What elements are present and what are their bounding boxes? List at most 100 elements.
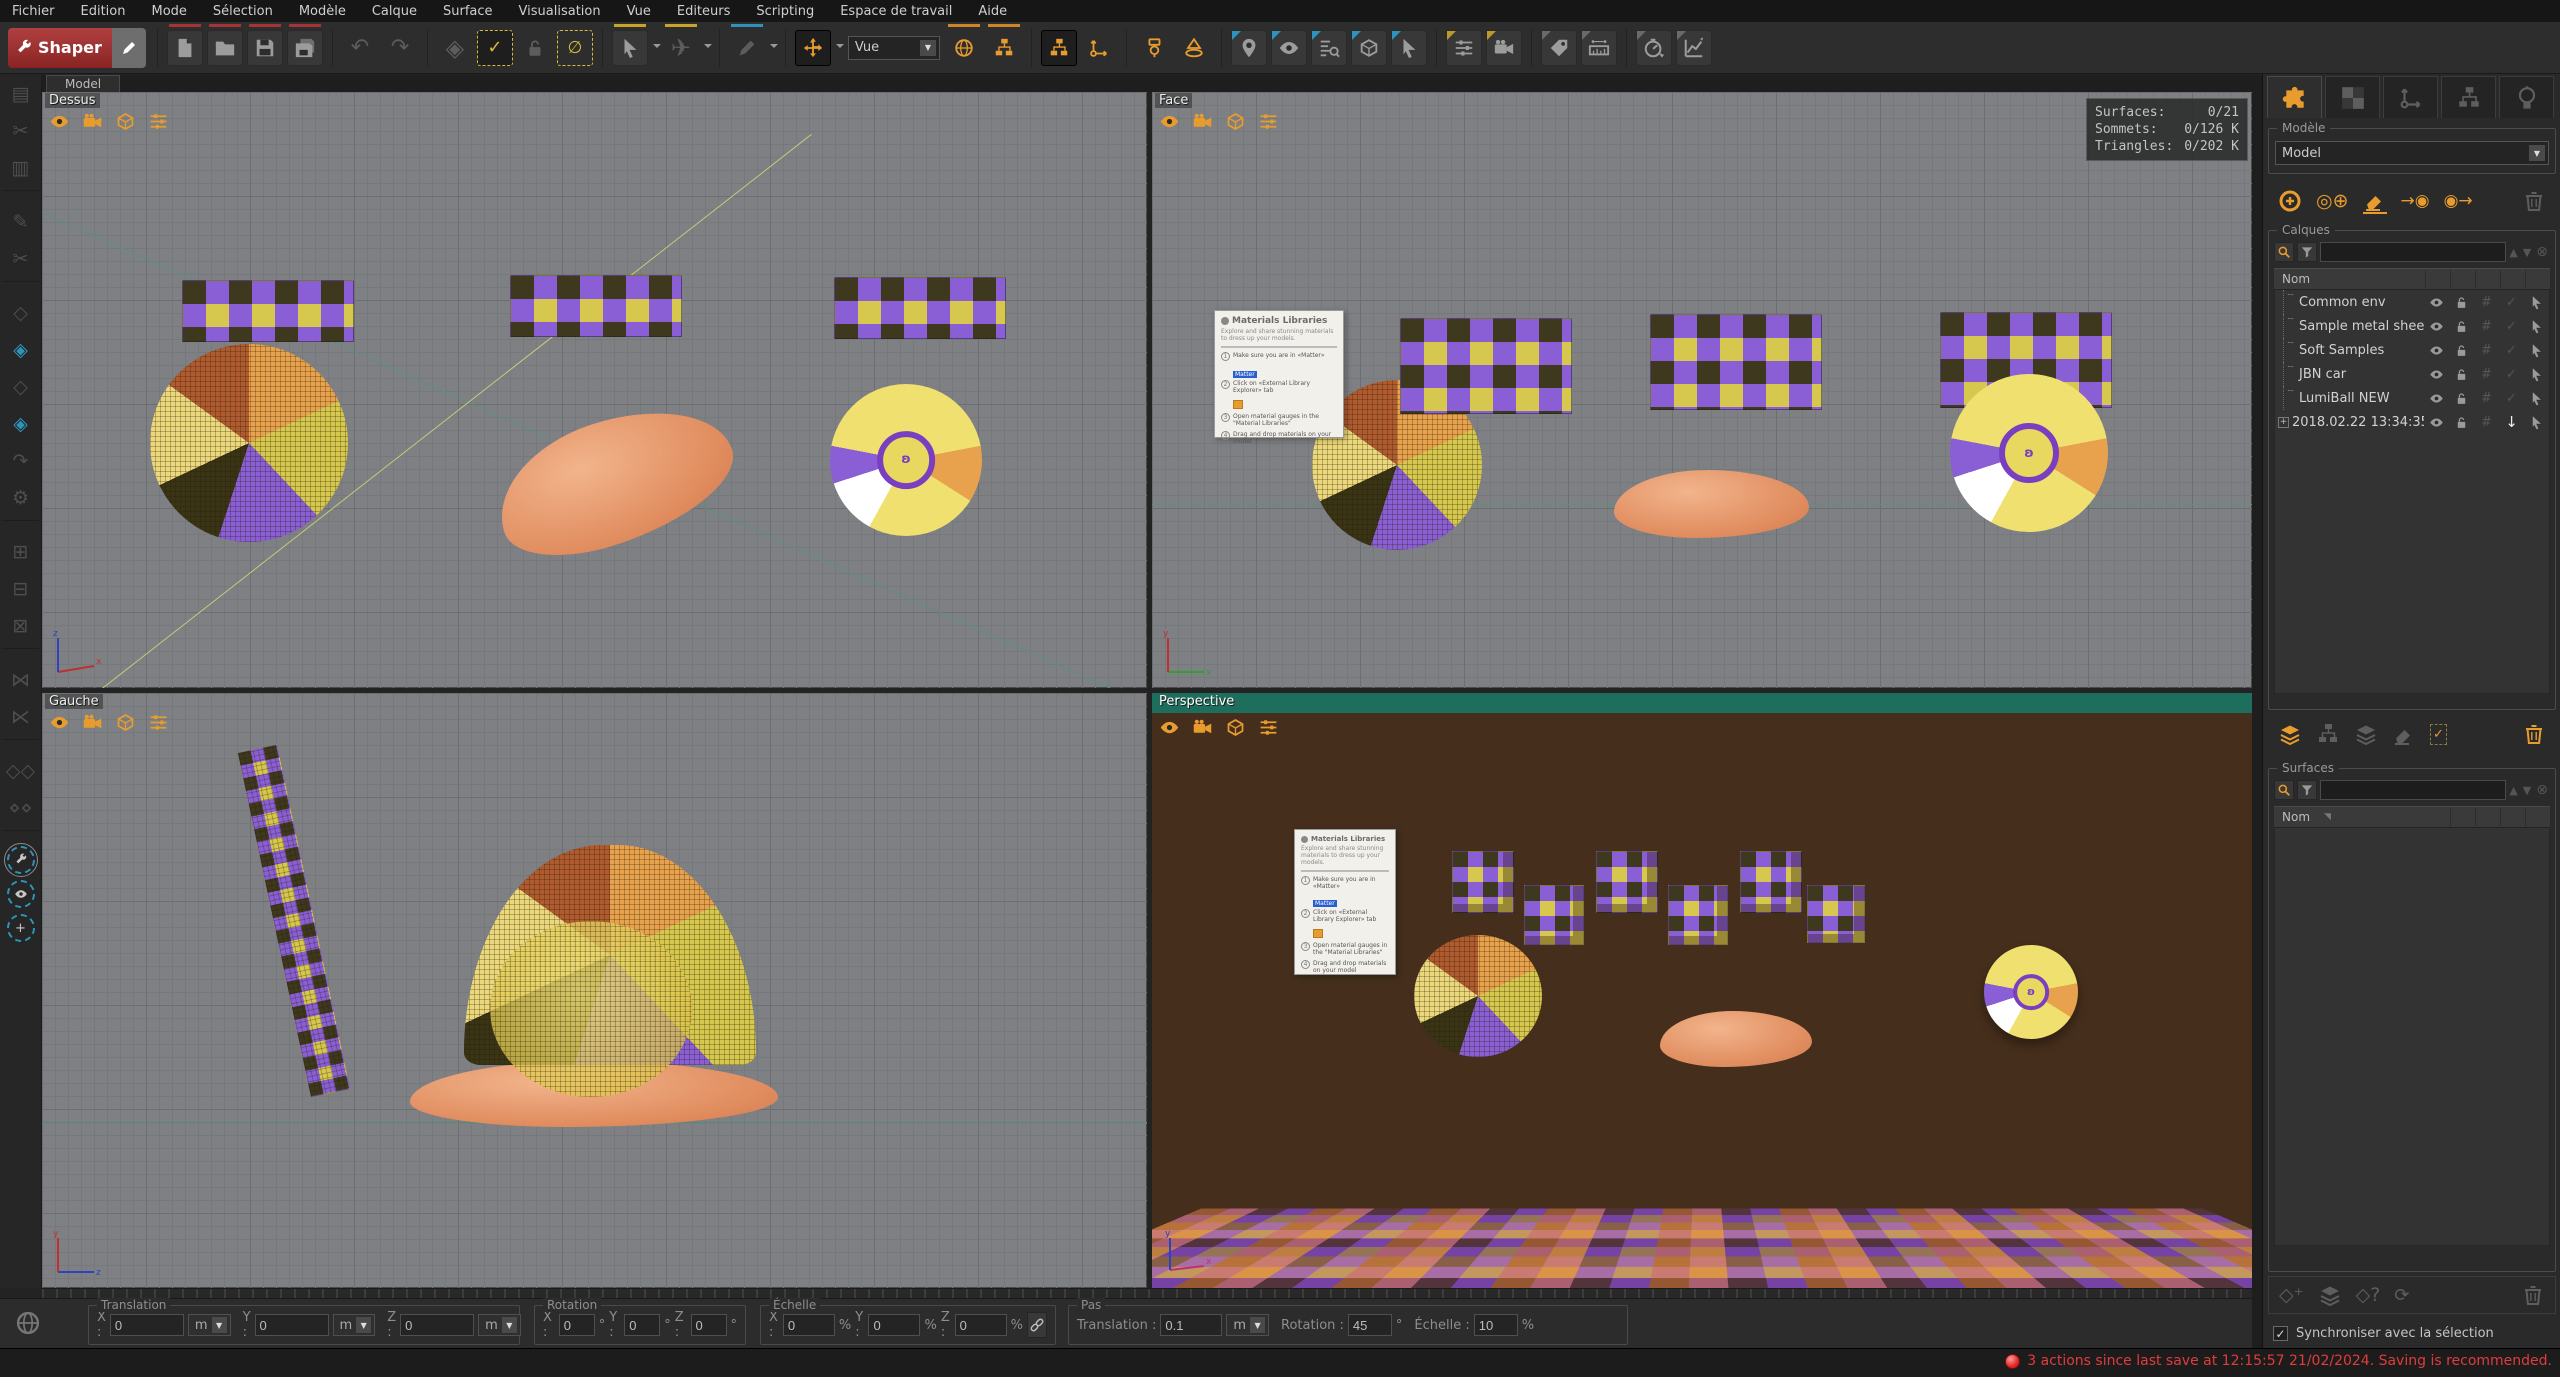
viewport-shading-cube-icon[interactable] xyxy=(115,111,136,132)
surfaces-search-button[interactable] xyxy=(2274,780,2294,800)
open-file-button[interactable] xyxy=(206,23,243,66)
shuffle-surface-button[interactable]: ⟳ xyxy=(2394,1285,2409,1306)
select-cursor-icon[interactable] xyxy=(2524,343,2549,358)
menu-scripting[interactable]: Scripting xyxy=(756,4,814,19)
visible-eye-icon[interactable] xyxy=(2424,319,2449,334)
translation-y-unit[interactable]: m ▼ xyxy=(332,1314,376,1336)
measure-button[interactable] xyxy=(1580,29,1617,66)
surfaces-move-up-button[interactable]: ▲ xyxy=(2509,784,2519,797)
local-axis-button[interactable] xyxy=(1081,30,1117,66)
viewport-eye-icon[interactable] xyxy=(49,111,70,132)
viewport-shading-cube-icon[interactable] xyxy=(1225,717,1246,738)
panel-tab-materials[interactable] xyxy=(2325,76,2380,118)
render-hash-icon[interactable]: # xyxy=(2474,295,2499,310)
panel-tab-hierarchy[interactable] xyxy=(2441,76,2496,118)
redo-settings-button[interactable]: ⚙ xyxy=(2,480,40,516)
add-group-button[interactable] xyxy=(2316,722,2340,746)
nodes-trio-button[interactable]: ⋄⋄ xyxy=(2,790,40,826)
sync-selection-button[interactable]: ◈ xyxy=(2,332,40,368)
draw-hide-tool-button[interactable] xyxy=(729,23,765,66)
delete-item-button[interactable] xyxy=(2522,189,2546,213)
render-hash-icon[interactable]: # xyxy=(2474,343,2499,358)
expander-icon[interactable]: + xyxy=(2278,416,2289,428)
unwrap-button[interactable] xyxy=(1350,29,1387,66)
render-hash-icon[interactable]: # xyxy=(2474,367,2499,382)
viewport-face[interactable]: ʚ Surfaces: 0/21 Sommets: 0/126 K Triangle… xyxy=(1152,92,2252,688)
spot-light-button[interactable] xyxy=(1176,30,1212,66)
select-cursor-icon[interactable] xyxy=(2524,391,2549,406)
active-check-icon[interactable]: ✓ xyxy=(2499,391,2524,406)
fly-tool-button[interactable]: ✈ xyxy=(663,23,699,66)
step-scale-input[interactable] xyxy=(1473,1314,1518,1336)
move-tool-dropdown[interactable] xyxy=(835,43,844,52)
viewport-camera-icon[interactable] xyxy=(1192,111,1213,132)
viewport-camera-icon[interactable] xyxy=(1192,717,1213,738)
select-tool-button[interactable] xyxy=(611,23,648,66)
layers-list-header[interactable]: Nom xyxy=(2274,268,2550,290)
graph-editor-button[interactable] xyxy=(1675,29,1712,66)
assign-surface-button[interactable] xyxy=(2318,1283,2342,1307)
translation-z-input[interactable] xyxy=(400,1314,475,1336)
translation-y-input[interactable] xyxy=(254,1314,329,1336)
viewport-settings-icon[interactable] xyxy=(1258,717,1279,738)
menu-calque[interactable]: Calque xyxy=(372,4,417,19)
active-check-icon[interactable]: ✓ xyxy=(2499,295,2524,310)
menu-selection[interactable]: Sélection xyxy=(213,4,273,19)
nodes-pair-button[interactable]: ◇◇ xyxy=(2,753,40,789)
translation-x-input[interactable] xyxy=(109,1314,184,1336)
viewport-eye-icon[interactable] xyxy=(1159,717,1180,738)
layers-search-button[interactable] xyxy=(2274,242,2294,262)
tab-model[interactable]: Model xyxy=(46,75,121,92)
merge-in-button[interactable]: ⋈ xyxy=(2,662,40,698)
render-hash-icon[interactable]: # xyxy=(2474,415,2499,430)
layer-row[interactable]: ┈ JBN car # ✓ xyxy=(2275,362,2549,386)
lock-icon[interactable] xyxy=(2449,367,2474,382)
visible-eye-icon[interactable] xyxy=(2424,415,2449,430)
visible-eye-icon[interactable] xyxy=(2424,367,2449,382)
viewport-shading-cube-icon[interactable] xyxy=(115,712,136,733)
new-instance-button[interactable]: ◎⊕ xyxy=(2316,190,2349,212)
import-item-button[interactable]: →◉ xyxy=(2401,191,2430,211)
lock-icon[interactable] xyxy=(2449,319,2474,334)
model-select[interactable]: Model ▼ xyxy=(2275,141,2549,165)
select-tool-dropdown[interactable] xyxy=(652,43,661,52)
view-mode-select[interactable]: Vue ▼ xyxy=(847,35,940,60)
timer-tool-button[interactable] xyxy=(1635,29,1672,66)
translation-x-unit[interactable]: m ▼ xyxy=(187,1314,231,1336)
layers-clear-button[interactable]: ⊗ xyxy=(2536,244,2550,260)
menu-mode[interactable]: Mode xyxy=(151,4,186,19)
mesh-check-button[interactable]: ◈ xyxy=(437,30,473,66)
revert-diamond-button[interactable]: ◇ xyxy=(2,295,40,331)
menu-vue[interactable]: Vue xyxy=(627,4,651,19)
lock-icon[interactable] xyxy=(2449,295,2474,310)
select-cursor-icon[interactable] xyxy=(2524,415,2549,430)
tool-list-button[interactable] xyxy=(1310,29,1347,66)
layer-row[interactable]: ┈Sample metal sheet LS # ✓ xyxy=(2275,314,2549,338)
hide-button[interactable]: ∅ xyxy=(556,29,593,66)
grid-add-button[interactable]: ⊞ xyxy=(2,534,40,570)
rotation-y-input[interactable] xyxy=(624,1314,661,1336)
menu-surface[interactable]: Surface xyxy=(443,4,493,19)
sync-layers-button[interactable]: ◈ xyxy=(2,406,40,442)
viewport-camera-icon[interactable] xyxy=(82,712,103,733)
save-incremental-button[interactable] xyxy=(286,23,323,66)
delete-surface-button[interactable] xyxy=(2521,1283,2545,1307)
menu-fichier[interactable]: Fichier xyxy=(12,4,55,19)
menu-edition[interactable]: Edition xyxy=(81,4,126,19)
move-tool-button[interactable] xyxy=(794,29,831,66)
translation-z-unit[interactable]: m ▼ xyxy=(478,1314,521,1336)
layers-move-up-button[interactable]: ▲ xyxy=(2509,246,2519,259)
lock-button[interactable] xyxy=(517,30,553,66)
viewport-settings-icon[interactable] xyxy=(1258,111,1279,132)
lock-icon[interactable] xyxy=(2449,391,2474,406)
redo-button[interactable]: ↷ xyxy=(382,30,418,66)
active-check-icon[interactable]: ✓ xyxy=(2499,367,2524,382)
render-hash-icon[interactable]: # xyxy=(2474,319,2499,334)
delete-layer-button[interactable] xyxy=(2522,722,2546,746)
surfaces-filter-button[interactable] xyxy=(2297,780,2317,800)
menu-editeurs[interactable]: Editeurs xyxy=(677,4,731,19)
viewport-gauche[interactable]: Gauche zy xyxy=(42,693,1147,1288)
step-translation-unit[interactable]: m ▼ xyxy=(1226,1314,1270,1336)
panel-tab-items[interactable] xyxy=(2267,76,2322,118)
viewport-perspective[interactable]: ʚ Materials Libraries Explore and share … xyxy=(1152,693,2252,1288)
